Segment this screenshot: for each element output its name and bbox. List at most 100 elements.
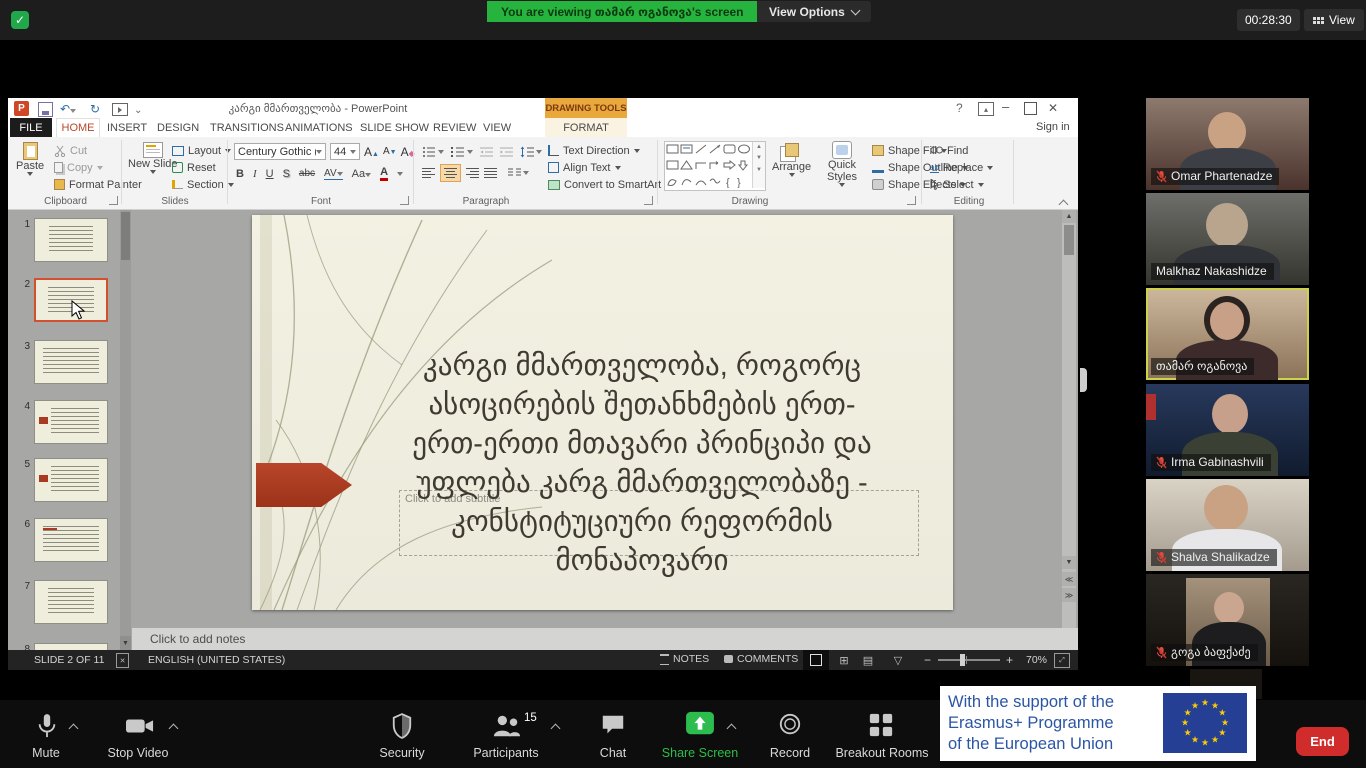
shape-gallery-scroll[interactable]: ▲▼▼ [752, 142, 765, 188]
zoom-out-icon[interactable]: − [924, 653, 931, 667]
chat-icon[interactable] [600, 712, 626, 738]
notes-pane[interactable]: Click to add notes [132, 628, 1078, 650]
view-layout-button[interactable]: View [1304, 9, 1364, 31]
arrange-button[interactable]: Arrange [772, 143, 811, 177]
quick-access-toolbar-menu-icon[interactable]: ⌄ [134, 105, 142, 116]
section-button[interactable]: Section [172, 176, 234, 193]
increase-font-size-icon[interactable]: A▲ [364, 145, 379, 159]
slide-thumbnail-1[interactable] [34, 218, 108, 262]
security-shield-icon[interactable] [391, 712, 413, 740]
zoom-slider-thumb[interactable] [960, 654, 965, 666]
slide-thumbnail-3[interactable] [34, 340, 108, 384]
slide-sorter-view-button[interactable]: ⊞ [834, 652, 854, 668]
font-size-combobox[interactable]: 44 [330, 143, 360, 160]
font-color-button[interactable]: A [380, 166, 388, 181]
tab-format[interactable]: FORMAT [545, 118, 627, 137]
slide-thumbnail-4[interactable] [34, 400, 108, 444]
panel-collapse-handle[interactable] [1080, 368, 1087, 392]
numbering-icon[interactable] [451, 146, 465, 158]
tab-animations[interactable]: ANIMATIONS [285, 118, 353, 137]
line-spacing-icon[interactable] [520, 146, 534, 158]
decrease-indent-icon[interactable] [480, 146, 493, 158]
change-case-button[interactable]: Aa [352, 168, 371, 180]
close-icon[interactable]: ✕ [1048, 101, 1058, 115]
slide-thumbnail-7[interactable] [34, 580, 108, 624]
columns-icon[interactable] [508, 167, 522, 179]
font-dialog-launcher[interactable] [400, 196, 409, 205]
stop-video-button[interactable]: Stop Video [98, 746, 178, 760]
participant-tile[interactable]: გოგა ბაფქაძე [1146, 574, 1309, 666]
restore-icon[interactable] [1024, 102, 1037, 115]
participant-tile-active-speaker[interactable]: თამარ ოგანოვა [1146, 288, 1309, 380]
character-spacing-button[interactable]: AV [324, 168, 343, 180]
tab-file[interactable]: FILE [10, 118, 52, 137]
thumbnail-scrollbar[interactable]: ▼ [120, 210, 131, 650]
slide-title-text[interactable]: კარგი მმართველობა, როგორც ასოცირების შეთ… [362, 347, 922, 581]
slide-thumbnail-5[interactable] [34, 458, 108, 502]
reading-view-button[interactable]: ▤ [858, 652, 878, 668]
share-screen-button[interactable]: Share Screen [652, 746, 748, 760]
convert-to-smartart-button[interactable]: Convert to SmartArt [548, 176, 671, 193]
sign-in-link[interactable]: Sign in [1036, 121, 1070, 133]
comments-toggle[interactable]: COMMENTS [724, 653, 798, 665]
find-button[interactable]: Find [930, 142, 968, 159]
increase-indent-icon[interactable] [500, 146, 513, 158]
thumbnail-scrollbar-thumb[interactable] [121, 212, 130, 260]
next-slide-icon[interactable]: ≫ [1062, 588, 1076, 602]
camera-icon[interactable] [124, 712, 156, 740]
ribbon-display-options-icon[interactable]: ▴ [978, 102, 994, 116]
spell-check-icon[interactable]: ✕ [116, 653, 129, 668]
slide-scrollbar[interactable]: ▲ ▼ ≪ ≫ [1062, 210, 1076, 628]
participant-tile[interactable]: Irma Gabinashvili [1146, 384, 1309, 476]
cut-button[interactable]: Cut [54, 142, 87, 159]
shape-gallery[interactable]: { } ▲▼▼ [664, 141, 766, 191]
layout-button[interactable]: Layout [172, 142, 231, 159]
scrollbar-thumb[interactable] [1064, 225, 1074, 255]
fit-slide-to-window-icon[interactable]: ⤢ [1054, 653, 1070, 668]
bold-button[interactable]: B [236, 168, 244, 180]
tab-view[interactable]: VIEW [483, 118, 511, 137]
font-family-combobox[interactable]: Century Gothic ( [234, 143, 326, 160]
slideshow-view-button[interactable]: ▽ [888, 652, 908, 668]
previous-slide-icon[interactable]: ≪ [1062, 572, 1076, 586]
align-right-icon[interactable] [466, 167, 479, 179]
participant-tile[interactable]: Omar Phartenadze [1146, 98, 1309, 190]
breakout-rooms-icon[interactable] [868, 712, 894, 738]
security-button[interactable]: Security [370, 746, 434, 760]
zoom-slider-track[interactable] [938, 659, 1000, 661]
undo-icon[interactable]: ↶ [60, 102, 76, 116]
participants-icon[interactable] [492, 712, 522, 740]
tab-home[interactable]: HOME [56, 118, 100, 137]
mic-icon[interactable] [36, 712, 58, 742]
record-icon[interactable] [778, 712, 802, 738]
decrease-font-size-icon[interactable]: A▼ [383, 146, 397, 157]
select-button[interactable]: Select [930, 176, 984, 193]
zoom-level[interactable]: 70% [1026, 654, 1047, 666]
language-indicator[interactable]: ENGLISH (UNITED STATES) [148, 654, 285, 666]
tab-slide-show[interactable]: SLIDE SHOW [360, 118, 429, 137]
align-center-button[interactable] [440, 164, 461, 182]
align-left-icon[interactable] [422, 167, 435, 179]
breakout-rooms-button[interactable]: Breakout Rooms [828, 746, 936, 760]
strikethrough-button[interactable]: abc [299, 168, 315, 179]
tab-insert[interactable]: INSERT [107, 118, 147, 137]
tab-design[interactable]: DESIGN [157, 118, 199, 137]
participant-tile[interactable]: Shalva Shalikadze [1146, 479, 1309, 571]
slide-canvas[interactable]: Click to add subtitle კარგი მმართველობა,… [252, 215, 953, 610]
redo-icon[interactable]: ↻ [90, 102, 100, 116]
minimize-icon[interactable]: – [1002, 99, 1009, 114]
tab-transitions[interactable]: TRANSITIONS [210, 118, 284, 137]
scroll-down-icon[interactable]: ▼ [1062, 556, 1076, 569]
scroll-up-icon[interactable]: ▲ [1062, 210, 1076, 223]
quick-styles-button[interactable]: Quick Styles [820, 141, 864, 187]
paste-button[interactable]: Paste [16, 142, 44, 176]
tab-review[interactable]: REVIEW [433, 118, 476, 137]
zoom-in-icon[interactable]: + [1006, 653, 1013, 667]
italic-button[interactable]: I [253, 168, 257, 180]
view-options-button[interactable]: View Options [757, 1, 871, 22]
slide-thumbnail-8-partial[interactable] [34, 643, 108, 650]
align-text-button[interactable]: Align Text [548, 159, 621, 176]
help-icon[interactable]: ? [956, 101, 963, 115]
share-screen-icon[interactable] [685, 711, 715, 737]
clipboard-dialog-launcher[interactable] [109, 196, 118, 205]
